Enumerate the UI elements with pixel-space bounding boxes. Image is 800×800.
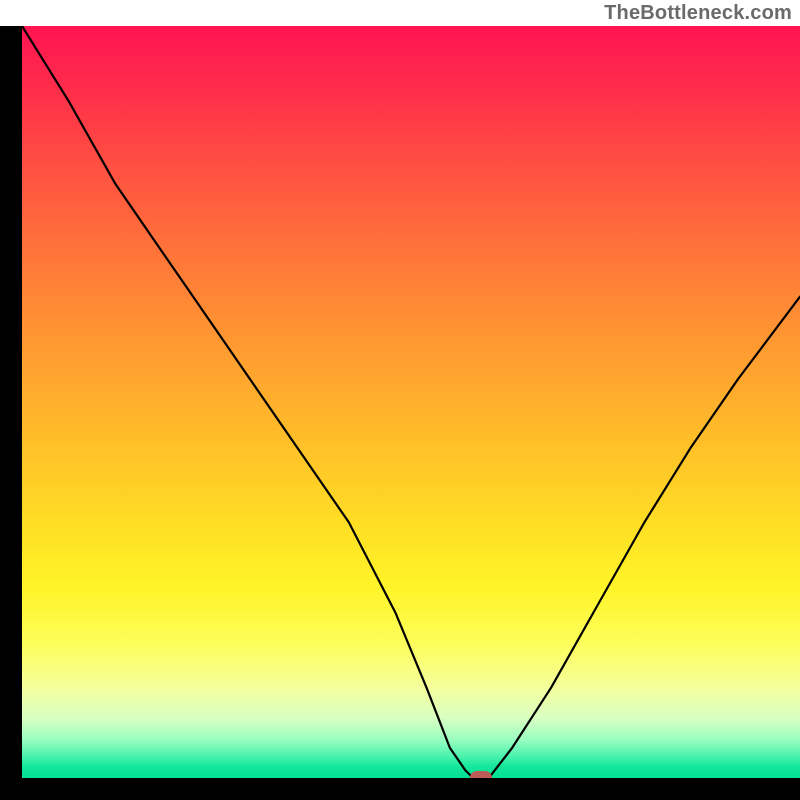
chart-root: TheBottleneck.com [0,0,800,800]
chart-frame [0,26,800,800]
plot-area [22,26,800,778]
curve-path [22,26,800,778]
optimal-point-marker [470,771,492,778]
watermark-text: TheBottleneck.com [604,2,792,25]
bottleneck-curve [22,26,800,778]
